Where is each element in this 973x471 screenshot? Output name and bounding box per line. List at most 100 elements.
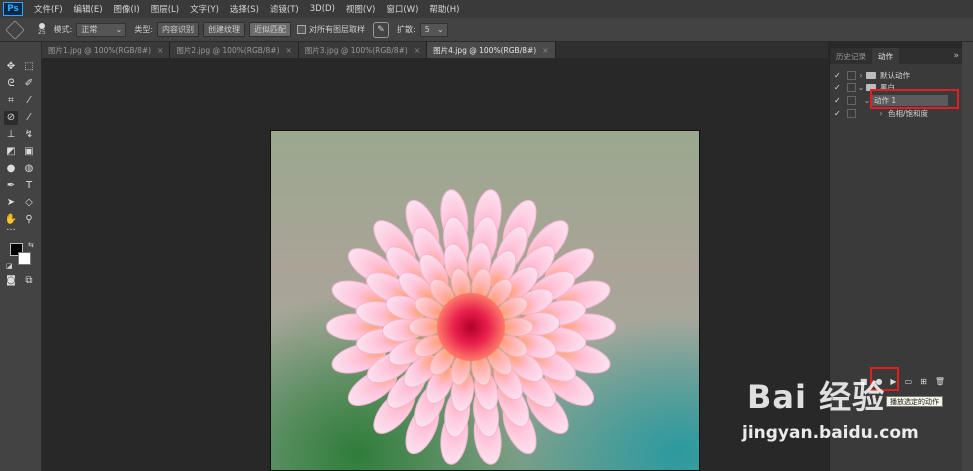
play-icon[interactable]: ▶ xyxy=(890,377,896,386)
history-brush-icon[interactable]: ↯ xyxy=(22,128,36,142)
eyedropper-icon[interactable]: ⁄ xyxy=(22,94,36,108)
new-set-icon[interactable]: ▭ xyxy=(905,377,913,386)
menu-filter[interactable]: 滤镜(T) xyxy=(270,3,299,15)
sample-all-checkbox[interactable] xyxy=(297,25,307,34)
close-icon[interactable]: × xyxy=(285,46,291,55)
new-action-icon[interactable]: ⊞ xyxy=(920,377,927,386)
dialog-toggle-icon[interactable] xyxy=(847,82,856,92)
brush-size-picker[interactable]: 25 xyxy=(38,23,46,36)
flower-image xyxy=(326,189,616,465)
more-tools-icon[interactable]: ··· xyxy=(4,224,18,238)
action-label: 默认动作 xyxy=(880,70,910,80)
diffusion-value: 5 xyxy=(424,25,430,34)
tab-image3[interactable]: 图片3.jpg @ 100%(RGB/8#) × xyxy=(298,42,428,58)
dialog-toggle-icon[interactable] xyxy=(847,95,856,105)
panel-more-icon[interactable]: » xyxy=(953,51,959,61)
pressure-icon[interactable]: ✎ xyxy=(373,21,390,38)
collapsed-panel-strip xyxy=(962,42,973,471)
tab-history[interactable]: 历史记录 xyxy=(830,48,872,64)
background-color-swatch[interactable] xyxy=(18,252,31,265)
mode-select[interactable]: 正常 ⌄ xyxy=(76,22,127,37)
tab-label: 图片4.jpg @ 100%(RGB/8#) xyxy=(433,45,537,55)
action-set-default[interactable]: ✓ › 默认动作 xyxy=(830,69,963,81)
content-aware-button[interactable]: 内容识别 xyxy=(157,22,200,37)
stamp-tool-icon[interactable]: ⊥ xyxy=(4,128,18,142)
menu-select[interactable]: 选择(S) xyxy=(230,3,259,15)
path-select-icon[interactable]: ➤ xyxy=(4,196,18,210)
crop-tool-icon[interactable]: ⌗ xyxy=(4,94,18,108)
proximity-match-button[interactable]: 近似匹配 xyxy=(249,22,292,37)
healing-brush-icon[interactable]: ⊘ xyxy=(4,111,18,125)
options-bar: 25 模式: 正常 ⌄ 类型: 内容识别 创建纹理 近似匹配 对所有图层取样 ✎ … xyxy=(0,18,973,42)
check-icon[interactable]: ✓ xyxy=(834,96,844,105)
dialog-toggle-icon[interactable] xyxy=(847,70,856,80)
chevron-down-icon[interactable]: ⌄ xyxy=(856,83,866,92)
tools-panel: ✥ ⬚ ᘓ ✐ ⌗ ⁄ ⊘ ⁄ ⊥ ↯ ◩ ▣ ● ◍ ✒ T ➤ ◇ ✋ ⚲ … xyxy=(0,42,42,471)
menu-edit[interactable]: 编辑(E) xyxy=(74,3,103,15)
menu-bar: Ps 文件(F) 编辑(E) 图像(I) 图层(L) 文字(Y) 选择(S) 滤… xyxy=(0,0,973,18)
check-icon[interactable]: ✓ xyxy=(834,71,844,80)
tab-actions[interactable]: 动作 xyxy=(872,48,899,64)
menu-window[interactable]: 窗口(W) xyxy=(386,3,418,15)
menu-file[interactable]: 文件(F) xyxy=(34,3,63,15)
chevron-down-icon[interactable]: ⌄ xyxy=(862,96,872,105)
close-icon[interactable]: × xyxy=(414,46,420,55)
document-tabs: 图片1.jpg @ 100%(RGB/8#) × 图片2.jpg @ 100%(R… xyxy=(42,42,828,58)
photoshop-logo: Ps xyxy=(3,2,23,16)
document-image[interactable] xyxy=(270,130,700,471)
screen-mode-icon[interactable]: ⧉ xyxy=(22,274,36,288)
sample-all-label: 对所有图层取样 xyxy=(309,25,366,34)
action-label: 动作 1 xyxy=(872,94,948,106)
bandage-tool-icon[interactable] xyxy=(5,19,25,40)
action-set-bw[interactable]: ✓ ⌄ 黑白 xyxy=(830,81,963,93)
action-step-hue[interactable]: ✓ › 色相/饱和度 xyxy=(830,107,963,119)
pen-tool-icon[interactable]: ✒ xyxy=(4,179,18,193)
brush-tool-icon[interactable]: ⁄ xyxy=(22,111,36,125)
tab-label: 图片2.jpg @ 100%(RGB/8#) xyxy=(176,45,280,55)
chevron-right-icon[interactable]: › xyxy=(856,71,866,80)
menu-help[interactable]: 帮助(H) xyxy=(429,3,459,15)
gradient-tool-icon[interactable]: ▣ xyxy=(22,145,36,159)
default-colors-icon[interactable]: ◪ xyxy=(6,262,13,270)
menu-3d[interactable]: 3D(D) xyxy=(310,4,335,14)
eraser-tool-icon[interactable]: ◩ xyxy=(4,145,18,159)
chevron-right-icon[interactable]: › xyxy=(876,109,886,118)
play-tooltip: 播放选定的动作 xyxy=(886,396,943,407)
menu-type[interactable]: 文字(Y) xyxy=(190,3,219,15)
tab-image2[interactable]: 图片2.jpg @ 100%(RGB/8#) × xyxy=(170,42,299,58)
shape-tool-icon[interactable]: ◇ xyxy=(22,196,36,210)
baidu-watermark-url: jingyan.baidu.com xyxy=(742,423,919,443)
type-tool-icon[interactable]: T xyxy=(22,179,36,193)
close-icon[interactable]: × xyxy=(542,46,548,55)
type-label: 类型: xyxy=(134,25,154,34)
tab-image1[interactable]: 图片1.jpg @ 100%(RGB/8#) × xyxy=(42,42,171,58)
diffusion-select[interactable]: 5 ⌄ xyxy=(419,22,448,37)
action-label: 色相/饱和度 xyxy=(888,108,929,118)
quick-select-icon[interactable]: ✐ xyxy=(22,77,36,91)
menu-layer[interactable]: 图层(L) xyxy=(151,3,179,15)
chevron-down-icon: ⌄ xyxy=(437,25,444,34)
close-icon[interactable]: × xyxy=(157,46,163,55)
menu-image[interactable]: 图像(I) xyxy=(114,3,140,15)
check-icon[interactable]: ✓ xyxy=(834,83,844,92)
dialog-toggle-icon[interactable] xyxy=(847,108,856,118)
folder-icon xyxy=(866,83,876,91)
tab-image4[interactable]: 图片4.jpg @ 100%(RGB/8#) × xyxy=(427,42,556,58)
action-item-1[interactable]: ✓ ⌄ 动作 1 xyxy=(830,94,963,106)
lasso-tool-icon[interactable]: ᘓ xyxy=(4,77,18,91)
trash-icon[interactable]: 🗑 xyxy=(935,377,945,386)
quick-mask-icon[interactable]: ◙ xyxy=(4,274,18,288)
zoom-tool-icon[interactable]: ⚲ xyxy=(22,213,36,227)
check-icon[interactable]: ✓ xyxy=(834,109,844,118)
blur-tool-icon[interactable]: ● xyxy=(4,162,18,176)
menu-view[interactable]: 视图(V) xyxy=(346,3,375,15)
create-texture-button[interactable]: 创建纹理 xyxy=(203,22,246,37)
swap-colors-icon[interactable]: ⇆ xyxy=(28,241,34,249)
marquee-tool-icon[interactable]: ⬚ xyxy=(22,60,36,74)
dodge-tool-icon[interactable]: ◍ xyxy=(22,162,36,176)
move-tool-icon[interactable]: ✥ xyxy=(4,60,18,74)
tab-label: 图片3.jpg @ 100%(RGB/8#) xyxy=(304,45,408,55)
action-label: 黑白 xyxy=(880,82,895,92)
chevron-down-icon: ⌄ xyxy=(115,25,123,34)
panel-tabs: 历史记录 动作 » xyxy=(830,48,963,64)
